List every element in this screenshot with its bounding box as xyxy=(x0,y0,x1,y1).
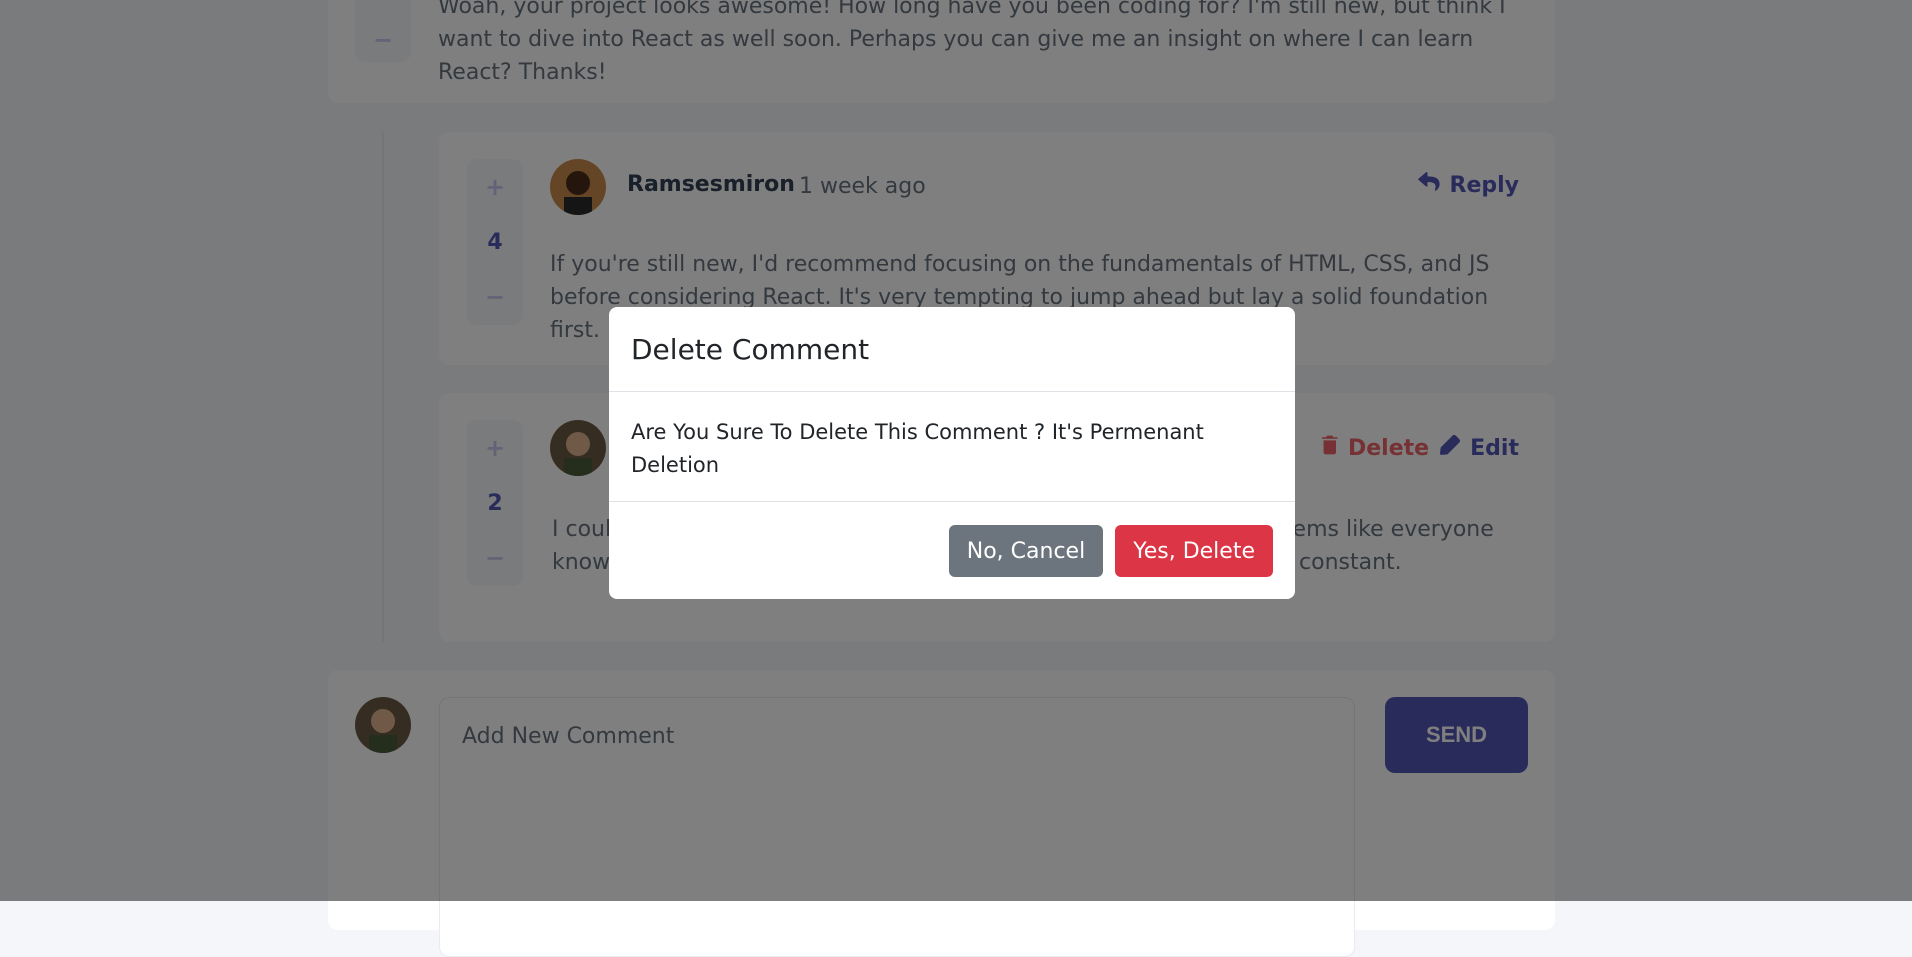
modal-header: Delete Comment xyxy=(609,307,1295,392)
delete-modal: Delete Comment Are You Sure To Delete Th… xyxy=(609,307,1295,599)
modal-footer: No, Cancel Yes, Delete xyxy=(609,502,1295,600)
cancel-button[interactable]: No, Cancel xyxy=(948,525,1104,577)
modal-message: Are You Sure To Delete This Comment ? It… xyxy=(631,420,1204,477)
modal-body: Are You Sure To Delete This Comment ? It… xyxy=(609,392,1295,502)
modal-title: Delete Comment xyxy=(631,332,870,366)
confirm-delete-button[interactable]: Yes, Delete xyxy=(1115,525,1273,577)
